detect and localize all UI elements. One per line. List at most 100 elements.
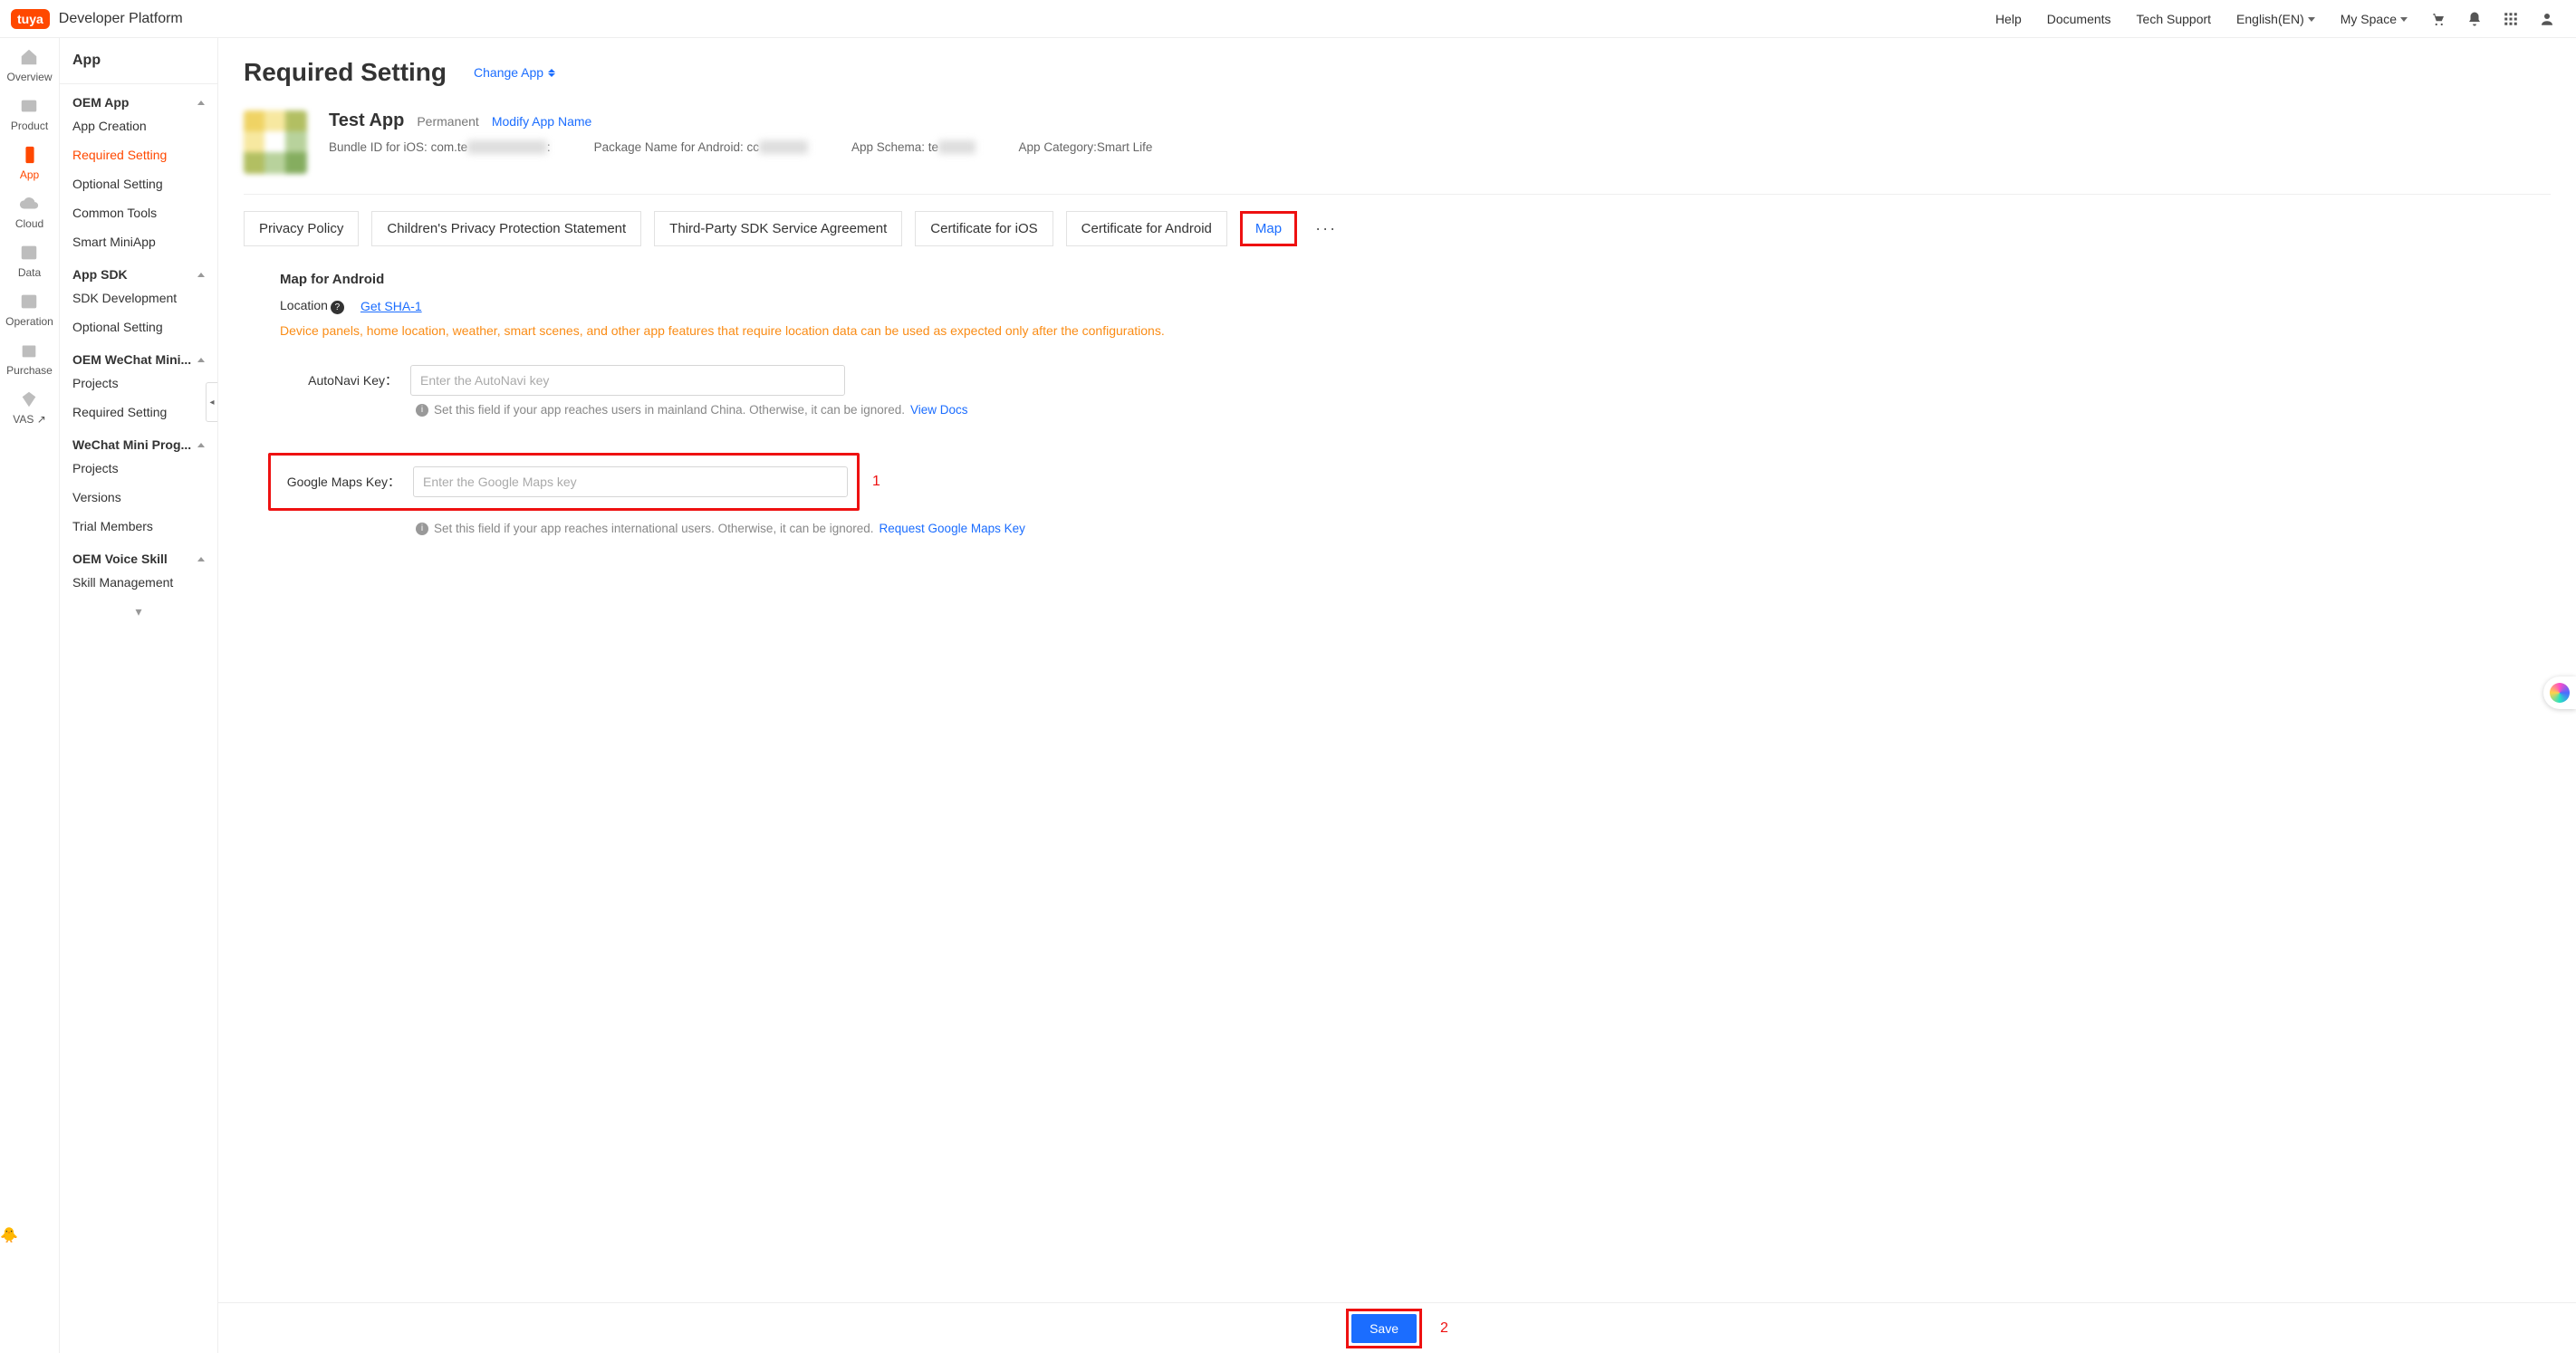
location-warning: Device panels, home location, weather, s… <box>280 323 2551 338</box>
tab-children-privacy[interactable]: Children's Privacy Protection Statement <box>371 211 641 246</box>
sidebar-group-oem-app[interactable]: OEM App <box>60 84 217 111</box>
sidebar-item-common-tools[interactable]: Common Tools <box>60 198 217 227</box>
cloud-icon <box>19 194 39 214</box>
nav-help[interactable]: Help <box>1995 12 2022 26</box>
brand-logo: tuya <box>11 9 50 29</box>
nav-documents[interactable]: Documents <box>2047 12 2111 26</box>
rail-cloud[interactable]: Cloud <box>15 194 43 230</box>
tab-certificate-ios[interactable]: Certificate for iOS <box>915 211 1053 246</box>
sidebar: App OEM App App Creation Required Settin… <box>60 38 218 1353</box>
chevron-up-icon <box>197 358 205 362</box>
tab-certificate-android[interactable]: Certificate for Android <box>1066 211 1227 246</box>
floating-emoji: 🐥 <box>0 1226 18 1244</box>
sidebar-item-versions[interactable]: Versions <box>60 483 217 512</box>
save-bar: Save 2 <box>218 1302 2576 1353</box>
sidebar-item-required-setting[interactable]: Required Setting <box>60 140 217 169</box>
rail-app[interactable]: App <box>20 145 40 181</box>
sidebar-item-smart-miniapp[interactable]: Smart MiniApp <box>60 227 217 256</box>
autonavi-view-docs-link[interactable]: View Docs <box>910 403 968 417</box>
tab-thirdparty-sdk[interactable]: Third-Party SDK Service Agreement <box>654 211 902 246</box>
autonavi-hint: Set this field if your app reaches users… <box>434 403 905 417</box>
sidebar-item-projects-2[interactable]: Projects <box>60 454 217 483</box>
sidebar-collapse-handle[interactable]: ◂ <box>206 382 218 422</box>
platform-name: Developer Platform <box>59 11 183 27</box>
rail-purchase[interactable]: Purchase <box>6 341 53 377</box>
icon-rail: Overview Product App Cloud Data Operatio… <box>0 38 60 1353</box>
callout-1: 1 <box>872 474 880 490</box>
terminal-icon <box>19 96 39 116</box>
tab-map[interactable]: Map <box>1240 211 1297 246</box>
app-thumbnail <box>244 110 307 174</box>
bundle-id-display: Bundle ID for iOS: com.texxxxxxxxxxxxx: <box>329 140 551 154</box>
app-schema-display: App Schema: texxxxxx <box>851 140 976 154</box>
tab-privacy-policy[interactable]: Privacy Policy <box>244 211 359 246</box>
sidebar-group-wechat-prog[interactable]: WeChat Mini Prog... <box>60 427 217 454</box>
autonavi-key-label: AutoNavi Key： <box>280 371 398 389</box>
topbar: tuya Developer Platform Help Documents T… <box>0 0 2576 38</box>
apps-grid-icon[interactable] <box>2502 10 2520 28</box>
page-title: Required Setting <box>244 58 447 87</box>
location-label: Location? <box>280 298 344 314</box>
google-hint: Set this field if your app reaches inter… <box>434 522 874 535</box>
sidebar-expand-down[interactable]: ▾ <box>60 597 217 627</box>
autonavi-key-input[interactable] <box>410 365 845 396</box>
help-icon[interactable]: ? <box>331 301 344 314</box>
nav-language[interactable]: English(EN) <box>2236 12 2315 26</box>
rail-overview[interactable]: Overview <box>6 47 52 83</box>
chevron-down-icon <box>2308 17 2315 22</box>
sidebar-item-skill-management[interactable]: Skill Management <box>60 568 217 597</box>
main-content: Required Setting Change App Test App Per… <box>218 38 2576 1353</box>
rail-data[interactable]: Data <box>18 243 41 279</box>
ai-swirl-icon <box>2550 683 2570 703</box>
chevron-up-icon <box>197 443 205 447</box>
app-category-display: App Category:Smart Life <box>1019 140 1153 154</box>
sidebar-item-app-creation[interactable]: App Creation <box>60 111 217 140</box>
home-icon <box>19 47 39 67</box>
google-maps-key-label: Google Maps Key： <box>283 473 400 491</box>
info-icon: i <box>416 523 428 535</box>
sidebar-item-sdk-development[interactable]: SDK Development <box>60 283 217 312</box>
swap-icon <box>548 69 555 77</box>
tabs-overflow[interactable]: ··· <box>1310 216 1342 242</box>
app-permanence: Permanent <box>417 114 478 129</box>
bell-icon[interactable] <box>2465 10 2484 28</box>
rail-vas[interactable]: VAS ↗ <box>13 389 46 426</box>
sidebar-group-oem-voice[interactable]: OEM Voice Skill <box>60 541 217 568</box>
chevron-up-icon <box>197 273 205 277</box>
nav-techsupport[interactable]: Tech Support <box>2137 12 2212 26</box>
sidebar-item-optional-setting-2[interactable]: Optional Setting <box>60 312 217 341</box>
nav-myspace[interactable]: My Space <box>2341 12 2408 26</box>
get-sha1-link[interactable]: Get SHA-1 <box>360 299 422 313</box>
sidebar-group-oem-wechat[interactable]: OEM WeChat Mini... <box>60 341 217 369</box>
star-icon <box>19 292 39 312</box>
app-name: Test App <box>329 110 404 131</box>
google-maps-key-input[interactable] <box>413 466 848 497</box>
package-name-display: Package Name for Android: ccxxxxxxxx <box>594 140 808 154</box>
map-android-heading: Map for Android <box>280 272 2551 287</box>
change-app-link[interactable]: Change App <box>474 65 555 80</box>
phone-icon <box>20 145 40 165</box>
google-request-key-link[interactable]: Request Google Maps Key <box>879 522 1025 535</box>
sidebar-title: App <box>60 38 217 84</box>
modify-app-name-link[interactable]: Modify App Name <box>492 114 592 129</box>
sidebar-item-trial-members[interactable]: Trial Members <box>60 512 217 541</box>
rail-product[interactable]: Product <box>11 96 48 132</box>
rail-operation[interactable]: Operation <box>5 292 53 328</box>
box-icon <box>19 341 39 360</box>
sidebar-item-projects[interactable]: Projects <box>60 369 217 398</box>
sidebar-item-required-setting-2[interactable]: Required Setting <box>60 398 217 427</box>
sidebar-item-optional-setting[interactable]: Optional Setting <box>60 169 217 198</box>
sidebar-group-app-sdk[interactable]: App SDK <box>60 256 217 283</box>
chevron-up-icon <box>197 101 205 105</box>
cart-icon[interactable] <box>2429 10 2447 28</box>
diamond-icon <box>19 389 39 409</box>
user-icon[interactable] <box>2538 10 2556 28</box>
save-button[interactable]: Save <box>1351 1314 1417 1343</box>
info-icon: i <box>416 404 428 417</box>
tabs: Privacy Policy Children's Privacy Protec… <box>244 211 2551 246</box>
chart-icon <box>19 243 39 263</box>
assistant-fab[interactable] <box>2543 676 2576 709</box>
chevron-up-icon <box>197 557 205 561</box>
chevron-down-icon <box>2400 17 2408 22</box>
callout-2: 2 <box>1440 1320 1448 1337</box>
